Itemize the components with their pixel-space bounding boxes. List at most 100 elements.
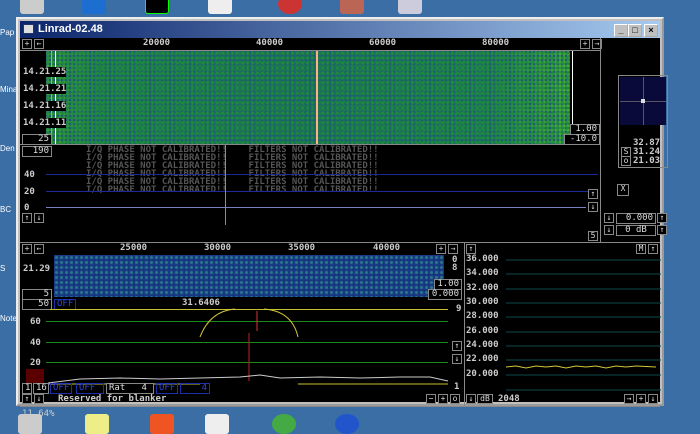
desktop-label: BC <box>0 205 11 214</box>
y-tick: 26.000 <box>466 326 499 336</box>
up-arrow-button[interactable]: ↑ <box>657 225 667 235</box>
maximize-button[interactable]: □ <box>628 24 642 37</box>
meter-app-icon[interactable] <box>145 0 169 14</box>
desktop-label: Mina <box>0 85 17 94</box>
y-tick: 28.000 <box>466 311 499 321</box>
desktop-label: Note <box>0 314 17 323</box>
polar-value: 21.03 <box>633 156 660 166</box>
up-arrow-button[interactable]: ↑ <box>657 213 667 223</box>
window-app-icon[interactable] <box>208 0 232 14</box>
taskbar-icon[interactable] <box>272 414 296 434</box>
offset-field[interactable]: 0.000 <box>616 213 656 224</box>
smeter-trace <box>506 366 656 368</box>
db-button[interactable]: dB <box>477 394 493 404</box>
y-tick: 40 <box>24 170 35 180</box>
up-arrow-button[interactable]: ↑ <box>588 189 598 199</box>
db-field[interactable]: 0 dB <box>616 225 656 236</box>
recycle-bin-icon[interactable] <box>20 0 44 14</box>
smeter-plot <box>506 254 661 394</box>
zoom-in-button[interactable]: + <box>580 39 590 49</box>
down-arrow-button[interactable]: ↓ <box>604 225 614 235</box>
y-tick: 30.000 <box>466 297 499 307</box>
down-arrow-button[interactable]: ↓ <box>604 213 614 223</box>
ruler-tick: 20000 <box>143 38 170 48</box>
polar-o-button[interactable]: o <box>621 156 631 166</box>
taskbar-icon[interactable] <box>205 414 229 434</box>
taskbar-icon[interactable] <box>150 414 174 434</box>
zoom-in-button[interactable]: + <box>436 244 446 254</box>
y-tick: 20 <box>30 358 41 368</box>
red-app-icon[interactable] <box>278 0 302 14</box>
off-toggle-2[interactable]: OFF <box>76 383 104 394</box>
wide-waterfall[interactable] <box>46 51 570 144</box>
taskbar-icon[interactable] <box>335 414 359 434</box>
ruler-tick: 40000 <box>256 38 283 48</box>
scope-app-icon[interactable] <box>398 0 422 14</box>
hires-zero-field[interactable]: 0.000 <box>428 289 462 300</box>
y-tick: 34.000 <box>466 268 499 278</box>
zoom-out-button[interactable]: + <box>22 244 32 254</box>
fft-size: 2048 <box>498 394 520 404</box>
y-tick: 32.000 <box>466 283 499 293</box>
bits-field[interactable]: 16 <box>33 383 49 394</box>
linrad-window: Linrad-02.48 _ □ × + ← 20000 40000 60000… <box>16 17 664 406</box>
ruler-tick: 40000 <box>373 243 400 253</box>
scale-label: 1 <box>454 382 459 392</box>
taskbar-icon[interactable] <box>85 414 109 434</box>
off-toggle-3[interactable]: OFF <box>156 383 178 394</box>
ruler-tick: 80000 <box>482 38 509 48</box>
hires-digit: 8 <box>452 263 457 273</box>
down-arrow-button[interactable]: ↓ <box>34 394 44 404</box>
down-arrow-button[interactable]: ↓ <box>588 202 598 212</box>
y-tick: 60 <box>30 317 41 327</box>
hires-waterfall[interactable] <box>54 255 444 297</box>
time-label: 21.29 <box>23 264 50 274</box>
tools-icon[interactable] <box>340 0 364 14</box>
rate-field[interactable]: Rat 4 <box>106 383 154 394</box>
m-button[interactable]: M <box>636 244 646 254</box>
zoom-in-button[interactable]: + <box>636 394 646 404</box>
right-arrow-button[interactable]: → <box>624 394 634 404</box>
spectrum-avg-field[interactable]: 190 <box>22 146 52 157</box>
left-arrow-button[interactable]: ← <box>34 244 44 254</box>
off-toggle-1[interactable]: OFF <box>50 383 72 394</box>
ruler-tick: 30000 <box>204 243 231 253</box>
title-bar[interactable]: Linrad-02.48 _ □ × <box>20 21 660 38</box>
close-button[interactable]: × <box>644 24 658 37</box>
value-field[interactable]: 4 <box>180 383 210 394</box>
down-arrow-button[interactable]: ↓ <box>466 394 476 404</box>
up-arrow-button[interactable]: ↑ <box>22 213 32 223</box>
ruler-tick: 60000 <box>369 38 396 48</box>
up-arrow-button[interactable]: ↑ <box>452 341 462 351</box>
zoom-out-button[interactable]: + <box>22 39 32 49</box>
y-tick: 36.000 <box>466 254 499 264</box>
y-tick: 24.000 <box>466 340 499 350</box>
ruler-tick: 25000 <box>120 243 147 253</box>
time-label: 14.21.16 <box>23 101 66 111</box>
minus-button[interactable]: − <box>426 394 436 404</box>
speed-button[interactable]: 5 <box>588 231 598 241</box>
wide-spectrum-trace <box>46 207 586 208</box>
o-button[interactable]: o <box>450 394 460 404</box>
left-arrow-button[interactable]: ← <box>34 39 44 49</box>
time-label: 14.21.11 <box>23 118 66 128</box>
up-arrow-button[interactable]: ↑ <box>648 244 658 254</box>
down-arrow-button[interactable]: ↓ <box>648 394 658 404</box>
up-arrow-button[interactable]: ↑ <box>466 244 476 254</box>
down-arrow-button[interactable]: ↓ <box>452 354 462 364</box>
minimize-button[interactable]: _ <box>614 24 628 37</box>
plus-button[interactable]: + <box>438 394 448 404</box>
down-arrow-button[interactable]: ↓ <box>34 213 44 223</box>
cpu-load: 11.64% <box>22 409 55 419</box>
right-arrow-button[interactable]: → <box>448 244 458 254</box>
channel-field[interactable]: 1 <box>22 383 32 394</box>
desktop-label: S <box>0 264 5 273</box>
y-tick: 20 <box>24 187 35 197</box>
up-arrow-button[interactable]: ↑ <box>22 394 32 404</box>
y-tick: 22.000 <box>466 354 499 364</box>
close-x-button[interactable]: X <box>617 184 629 196</box>
y-tick: 40 <box>30 338 41 348</box>
blanker-text: Reserved for blanker <box>58 394 166 404</box>
polarization-panel: S o 32.87 31.24 21.03 <box>618 75 668 168</box>
desktop-app-icon[interactable] <box>82 0 106 14</box>
